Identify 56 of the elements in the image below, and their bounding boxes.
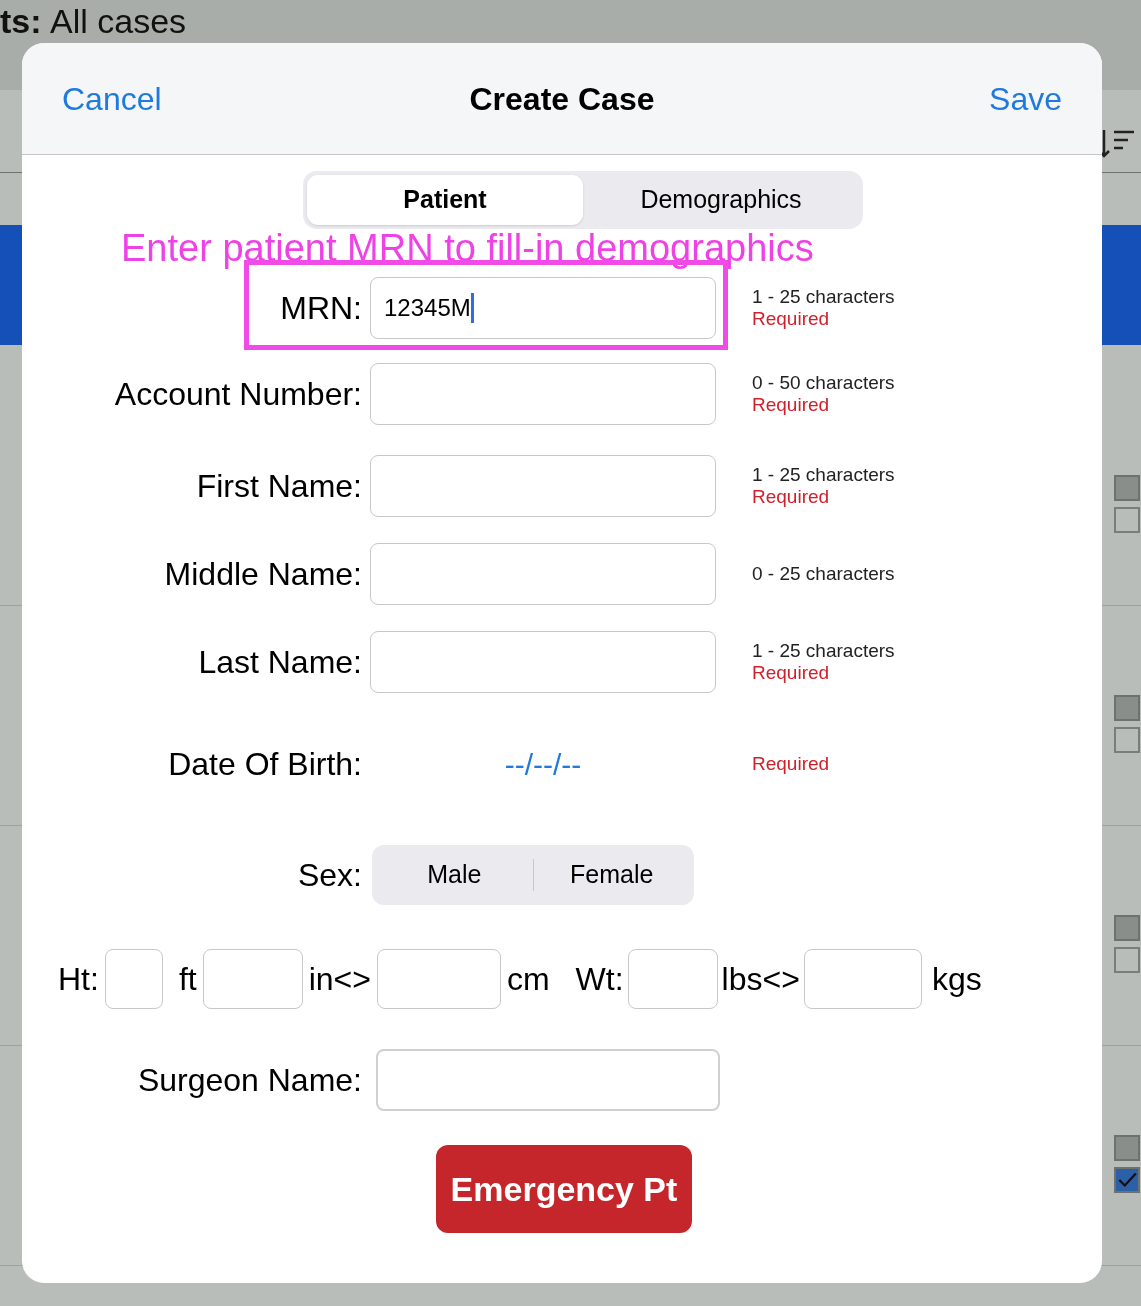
emergency-button[interactable]: Emergency Pt [436, 1145, 692, 1233]
field-label: Ht: [58, 960, 99, 999]
required-label: Required [752, 308, 831, 330]
row-marker [1114, 695, 1140, 721]
field-label: Wt: [575, 960, 624, 999]
date-picker[interactable]: --/--/-- [504, 741, 582, 787]
input-field[interactable] [376, 949, 501, 1009]
checkbox[interactable] [1114, 727, 1140, 753]
input-field[interactable] [370, 543, 716, 605]
input-field[interactable] [370, 363, 716, 425]
checkbox[interactable] [1114, 947, 1140, 973]
save-button[interactable]: Save [952, 74, 1062, 123]
required-label: Required [752, 753, 830, 775]
input-field[interactable] [627, 949, 718, 1009]
hint-text: 0 - 25 characters [752, 563, 895, 585]
input-field[interactable] [104, 949, 163, 1009]
checkbox[interactable] [1114, 507, 1140, 533]
cancel-button[interactable]: Cancel [62, 74, 172, 123]
field-label: in<> [308, 960, 371, 999]
hint-text: 0 - 50 characters [752, 372, 895, 394]
input-field[interactable] [370, 455, 716, 517]
field-label: lbs<> [721, 960, 800, 999]
tab[interactable]: Patient [307, 175, 583, 225]
field-label: MRN: [280, 289, 362, 328]
annotation-text: Enter patient MRN to fill-in demographics [121, 227, 815, 269]
row-marker [1114, 475, 1140, 501]
hint-text: 1 - 25 characters [752, 640, 895, 662]
field-label: Surgeon Name: [137, 1061, 362, 1100]
dialog-title: Create Case [469, 79, 655, 119]
field-label: kgs [931, 960, 982, 999]
input-field[interactable] [202, 949, 303, 1009]
segment-option[interactable]: Female [533, 849, 690, 901]
field-label: cm [506, 960, 550, 999]
input-field[interactable] [370, 631, 716, 693]
field-label: Account Number: [114, 375, 362, 414]
field-label: First Name: [196, 467, 362, 506]
hint-text: 1 - 25 characters [752, 464, 895, 486]
input-field[interactable]: 12345M [370, 277, 716, 339]
required-label: Required [752, 394, 831, 416]
field-label: ft [178, 960, 197, 999]
segment-option[interactable]: Male [376, 849, 533, 901]
field-label: Middle Name: [164, 555, 362, 594]
filter-label: All cases [50, 4, 187, 38]
input-field[interactable] [803, 949, 922, 1009]
required-label: Required [752, 662, 831, 684]
input-field[interactable] [376, 1049, 720, 1111]
screen-title: ts: [0, 4, 42, 38]
field-label: Sex: [297, 856, 362, 895]
tab[interactable]: Demographics [583, 175, 859, 225]
checkbox[interactable] [1114, 1167, 1140, 1193]
field-label: Date Of Birth: [168, 745, 362, 784]
field-label: Last Name: [198, 643, 362, 682]
row-marker [1114, 915, 1140, 941]
required-label: Required [752, 486, 831, 508]
hint-text: 1 - 25 characters [752, 286, 895, 308]
row-marker [1114, 1135, 1140, 1161]
